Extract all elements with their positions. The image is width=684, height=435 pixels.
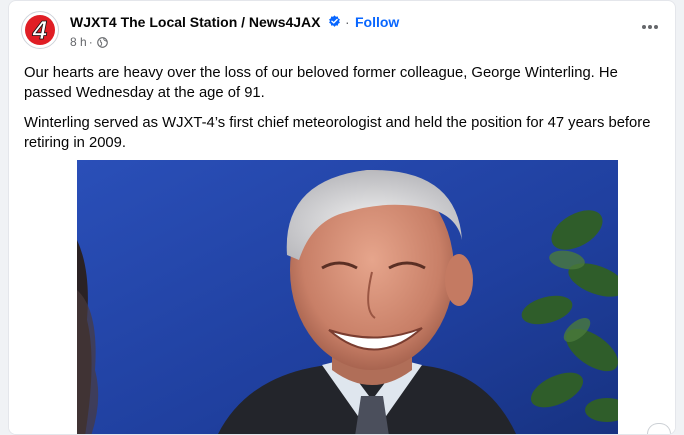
more-options-button[interactable] <box>639 17 661 37</box>
follow-button[interactable]: Follow <box>355 14 399 30</box>
wjxt4-logo-icon: 4 <box>20 10 60 50</box>
globe-icon[interactable] <box>96 36 108 48</box>
post-card: 4 WJXT4 The Local Station / News4JAX · F… <box>8 0 676 435</box>
post-header: 4 WJXT4 The Local Station / News4JAX · F… <box>9 1 675 59</box>
more-options-icon <box>642 25 658 29</box>
post-paragraph: Our hearts are heavy over the loss of ou… <box>24 65 618 101</box>
post-photo[interactable] <box>77 160 618 434</box>
title-separator: · <box>345 14 350 30</box>
post-media[interactable] <box>9 160 675 434</box>
photo-image <box>77 160 618 434</box>
post-paragraph: Winterling served as WJXT-4’s first chie… <box>24 115 651 151</box>
post-meta: 8 h · <box>70 35 108 49</box>
post-timestamp[interactable]: 8 h <box>70 35 87 49</box>
page-name-link[interactable]: WJXT4 The Local Station / News4JAX <box>70 14 321 30</box>
svg-text:4: 4 <box>32 15 48 45</box>
media-overlay-button[interactable] <box>647 423 671 434</box>
page-avatar[interactable]: 4 <box>20 10 60 50</box>
verified-badge-icon <box>329 15 340 27</box>
meta-separator: · <box>88 35 93 49</box>
post-message: Our hearts are heavy over the loss of ou… <box>24 63 664 163</box>
